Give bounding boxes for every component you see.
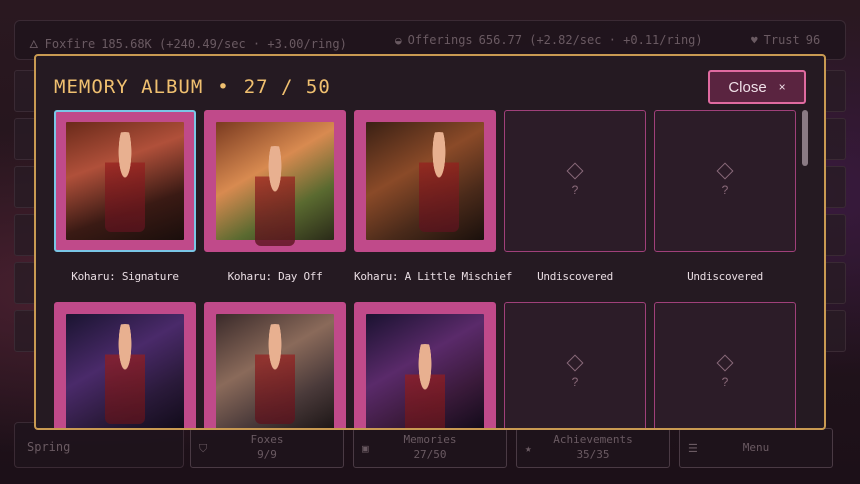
fox-icon: ⛉ (199, 442, 208, 455)
memory-thumbnail-frame[interactable] (354, 302, 496, 428)
locked-placeholder: ? (571, 183, 579, 197)
sidebar-slot[interactable] (14, 214, 36, 256)
locked-placeholder: ? (721, 183, 729, 197)
foxfire-value: 185.68K (+240.49/sec · +3.00/ring) (101, 37, 347, 51)
sidebar-slot[interactable] (824, 310, 846, 352)
menu-icon: ☰ (688, 442, 698, 455)
memories-value: 27/50 (413, 448, 447, 461)
album-icon: ▣ (362, 442, 369, 455)
diamond-icon (716, 162, 734, 180)
flame-icon: 🜂 (29, 38, 39, 51)
locked-thumbnail-frame[interactable]: ? (504, 302, 646, 428)
memory-card[interactable] (54, 302, 196, 428)
sidebar-slot[interactable] (14, 118, 36, 160)
memory-thumbnail-frame[interactable] (54, 110, 196, 252)
sidebar-slot[interactable] (824, 262, 846, 304)
memory-grid: Koharu: Signature Koharu: Day Off Koharu… (54, 110, 802, 428)
sidebar-slot[interactable] (14, 70, 36, 112)
memory-card-locked[interactable]: ? (504, 302, 646, 428)
achievements-button[interactable]: ★ Achievements 35/35 (516, 428, 670, 468)
offerings-label: Offerings (407, 33, 473, 47)
menu-label: Menu (742, 441, 770, 454)
memory-thumbnail-frame[interactable] (354, 110, 496, 252)
memory-card[interactable] (354, 302, 496, 428)
locked-placeholder: ? (571, 375, 579, 389)
album-count: 27 / 50 (243, 76, 331, 98)
trust-stat: ♥ Trust 96 (751, 33, 820, 47)
foxes-button[interactable]: ⛉ Foxes 9/9 (190, 428, 344, 468)
memory-card[interactable]: Koharu: Signature (54, 110, 196, 283)
sidebar-slot[interactable] (14, 262, 36, 304)
close-label: Close (728, 78, 767, 96)
foxes-label: Foxes (250, 433, 284, 446)
album-title: MEMORY ALBUM (54, 76, 204, 98)
sidebar-slot[interactable] (824, 118, 846, 160)
right-sidebar (824, 70, 846, 410)
locked-thumbnail-frame[interactable]: ? (654, 110, 796, 252)
memory-thumbnail-frame[interactable] (204, 110, 346, 252)
memory-artwork (216, 314, 334, 428)
memory-album-modal: MEMORY ALBUM • 27 / 50 Close × Koharu: Sig… (34, 54, 826, 430)
heart-icon: ♥ (751, 33, 758, 47)
sidebar-slot[interactable] (14, 166, 36, 208)
memory-thumbnail-frame[interactable] (204, 302, 346, 428)
menu-button[interactable]: ☰ Menu (679, 428, 833, 468)
memory-artwork (366, 122, 484, 240)
foxfire-stat: 🜂 Foxfire 185.68K (+240.49/sec · +3.00/r… (29, 33, 347, 55)
memory-caption: Koharu: Day Off (227, 270, 323, 283)
locked-thumbnail-frame[interactable]: ? (504, 110, 646, 252)
sidebar-slot[interactable] (824, 70, 846, 112)
sidebar-slot[interactable] (824, 166, 846, 208)
achievements-value: 35/35 (576, 448, 610, 461)
memory-card-locked[interactable]: ? Undiscovered (654, 110, 796, 283)
memory-caption: Koharu: A Little Mischief (354, 270, 513, 283)
star-icon: ★ (525, 442, 532, 455)
trust-value: 96 (805, 33, 821, 47)
close-button[interactable]: Close × (708, 70, 806, 104)
offerings-value: 656.77 (+2.82/sec · +0.11/ring) (478, 33, 703, 47)
memory-card[interactable]: Koharu: A Little Mischief (354, 110, 513, 283)
close-icon: × (778, 80, 786, 94)
album-scrollbar[interactable] (802, 110, 808, 166)
diamond-icon (566, 162, 584, 180)
diamond-icon (716, 354, 734, 372)
memory-card[interactable] (204, 302, 346, 428)
memories-button[interactable]: ▣ Memories 27/50 (353, 428, 507, 468)
memory-thumbnail-frame[interactable] (54, 302, 196, 428)
foxfire-label: Foxfire (44, 37, 96, 51)
memory-artwork (66, 122, 184, 240)
locked-placeholder: ? (721, 375, 729, 389)
memory-card[interactable]: Koharu: Day Off (204, 110, 346, 283)
memory-artwork (216, 122, 334, 246)
memory-caption: Undiscovered (687, 270, 763, 283)
memory-card-locked[interactable]: ? (654, 302, 796, 428)
foxes-value: 9/9 (257, 448, 277, 461)
offerings-stat: ◒ Offerings 656.77 (+2.82/sec · +0.11/ri… (395, 33, 703, 47)
memory-artwork (66, 314, 184, 428)
trust-label: Trust (763, 33, 800, 47)
title-separator: • (217, 76, 230, 98)
achievements-label: Achievements (553, 433, 633, 446)
memory-caption: Koharu: Signature (71, 270, 179, 283)
memory-card-locked[interactable]: ? Undiscovered (504, 110, 646, 283)
left-sidebar (14, 70, 36, 410)
locked-thumbnail-frame[interactable]: ? (654, 302, 796, 428)
memory-artwork (366, 314, 484, 428)
sidebar-slot[interactable] (824, 214, 846, 256)
modal-title: MEMORY ALBUM • 27 / 50 (54, 76, 331, 98)
diamond-icon (566, 354, 584, 372)
memories-label: Memories (403, 433, 457, 446)
bowl-icon: ◒ (395, 33, 402, 47)
sidebar-slot[interactable] (14, 310, 36, 352)
memory-caption: Undiscovered (537, 270, 613, 283)
